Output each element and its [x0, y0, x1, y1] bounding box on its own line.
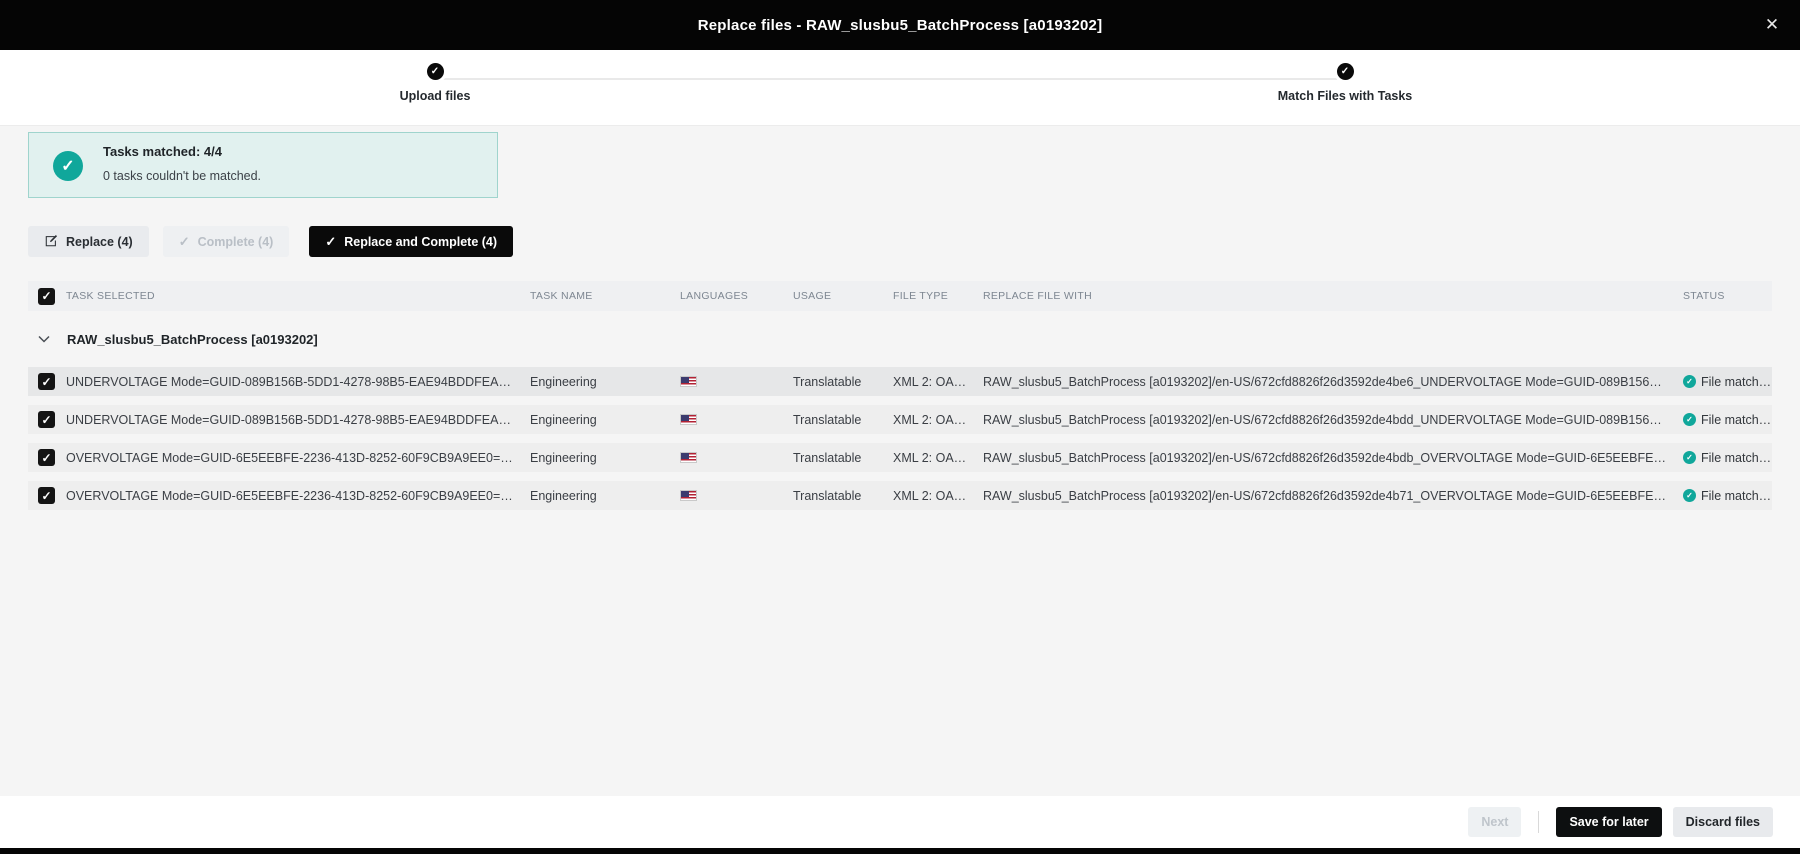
column-header-status: STATUS — [1683, 290, 1725, 302]
status-cell: File match… — [1683, 375, 1772, 389]
file-type-cell: XML 2: OAS… — [893, 488, 975, 503]
edit-icon — [44, 234, 58, 250]
usage-cell: Translatable — [793, 374, 862, 389]
success-check-icon — [53, 151, 83, 181]
check-icon: ✓ — [178, 234, 190, 249]
task-selected-cell: OVERVOLTAGE Mode=GUID-6E5EEBFE-2236-413D… — [66, 450, 530, 465]
replace-and-complete-button-label: Replace and Complete (4) — [344, 234, 498, 249]
replace-and-complete-button[interactable]: ✓ Replace and Complete (4) — [309, 226, 514, 257]
table-row: UNDERVOLTAGE Mode=GUID-089B156B-5DD1-427… — [28, 405, 1772, 434]
status-cell: File match… — [1683, 489, 1772, 503]
status-cell: File match… — [1683, 451, 1772, 465]
task-name-cell: Engineering — [530, 450, 597, 465]
stepper-connector-line — [443, 78, 1337, 80]
row-checkbox[interactable] — [38, 487, 55, 504]
complete-button-label: Complete (4) — [197, 234, 274, 249]
replace-file-with-cell: RAW_slusbu5_BatchProcess [a0193202]/en-U… — [983, 412, 1683, 427]
footer-divider — [1538, 811, 1540, 833]
modal-header: Replace files - RAW_slusbu5_BatchProcess… — [0, 0, 1800, 50]
step-match-files-with-tasks[interactable]: Match Files with Tasks — [1215, 63, 1475, 103]
replace-file-with-cell: RAW_slusbu5_BatchProcess [a0193202]/en-U… — [983, 450, 1683, 465]
step-complete-check-icon — [1336, 63, 1354, 80]
row-checkbox[interactable] — [38, 449, 55, 466]
status-text: File match… — [1701, 374, 1772, 389]
row-checkbox[interactable] — [38, 373, 55, 390]
column-header-file-type: FILE TYPE — [893, 290, 949, 302]
task-selected-cell: UNDERVOLTAGE Mode=GUID-089B156B-5DD1-427… — [66, 374, 530, 389]
check-icon: ✓ — [325, 234, 337, 249]
step-label: Match Files with Tasks — [1277, 89, 1413, 103]
discard-files-button[interactable]: Discard files — [1672, 807, 1773, 837]
tasks-table: TASK SELECTED TASK NAME LANGUAGES USAGE … — [28, 281, 1772, 510]
task-name-cell: Engineering — [530, 488, 597, 503]
usage-cell: Translatable — [793, 488, 862, 503]
status-text: File match… — [1701, 488, 1772, 503]
usage-cell: Translatable — [793, 450, 862, 465]
replace-file-with-cell: RAW_slusbu5_BatchProcess [a0193202]/en-U… — [983, 488, 1683, 503]
banner-title: Tasks matched: 4/4 — [103, 144, 222, 159]
column-header-languages: LANGUAGES — [680, 290, 749, 302]
wizard-stepper: Upload files Match Files with Tasks — [0, 50, 1800, 126]
replace-button[interactable]: Replace (4) — [28, 226, 149, 257]
column-header-usage: USAGE — [793, 290, 832, 302]
file-type-cell: XML 2: OAS… — [893, 374, 975, 389]
us-flag-icon — [680, 452, 697, 463]
task-name-cell: Engineering — [530, 412, 597, 427]
us-flag-icon — [680, 490, 697, 501]
status-check-icon — [1683, 489, 1696, 502]
table-row: UNDERVOLTAGE Mode=GUID-089B156B-5DD1-427… — [28, 367, 1772, 396]
column-header-task-selected: TASK SELECTED — [66, 290, 155, 302]
background-app-edge — [0, 848, 1800, 854]
replace-file-with-cell: RAW_slusbu5_BatchProcess [a0193202]/en-U… — [983, 374, 1683, 389]
select-all-checkbox[interactable] — [38, 287, 55, 305]
task-selected-cell: OVERVOLTAGE Mode=GUID-6E5EEBFE-2236-413D… — [66, 488, 530, 503]
column-header-task-name: TASK NAME — [530, 290, 593, 302]
replace-button-label: Replace (4) — [66, 234, 133, 249]
tasks-matched-banner: Tasks matched: 4/4 0 tasks couldn't be m… — [28, 132, 498, 198]
status-cell: File match… — [1683, 413, 1772, 427]
task-name-cell: Engineering — [530, 374, 597, 389]
column-header-replace-file-with: REPLACE FILE WITH — [983, 290, 1092, 302]
modal-content: Tasks matched: 4/4 0 tasks couldn't be m… — [0, 126, 1800, 796]
next-button[interactable]: Next — [1468, 807, 1522, 837]
action-buttons: Replace (4) ✓ Complete (4) ✓ Replace and… — [28, 226, 1772, 257]
banner-subtitle: 0 tasks couldn't be matched. — [103, 169, 262, 183]
status-check-icon — [1683, 375, 1696, 388]
task-selected-cell: UNDERVOLTAGE Mode=GUID-089B156B-5DD1-427… — [66, 412, 530, 427]
step-label: Upload files — [399, 89, 471, 103]
replace-files-modal: Replace files - RAW_slusbu5_BatchProcess… — [0, 0, 1800, 854]
batch-group-row[interactable]: RAW_slusbu5_BatchProcess [a0193202] — [28, 311, 1772, 367]
usage-cell: Translatable — [793, 412, 862, 427]
us-flag-icon — [680, 376, 697, 387]
close-icon[interactable]: ✕ — [1757, 0, 1787, 50]
modal-footer: Next Save for later Discard files — [0, 796, 1800, 848]
status-text: File match… — [1701, 450, 1772, 465]
status-check-icon — [1683, 413, 1696, 426]
status-text: File match… — [1701, 412, 1772, 427]
table-row: OVERVOLTAGE Mode=GUID-6E5EEBFE-2236-413D… — [28, 481, 1772, 510]
save-for-later-button[interactable]: Save for later — [1556, 807, 1662, 837]
batch-group-label: RAW_slusbu5_BatchProcess [a0193202] — [67, 331, 318, 347]
row-checkbox[interactable] — [38, 411, 55, 428]
file-type-cell: XML 2: OAS… — [893, 412, 975, 427]
step-complete-check-icon — [426, 63, 444, 80]
modal-title: Replace files - RAW_slusbu5_BatchProcess… — [697, 16, 1103, 34]
file-type-cell: XML 2: OAS… — [893, 450, 975, 465]
complete-button[interactable]: ✓ Complete (4) — [162, 226, 290, 257]
step-upload-files[interactable]: Upload files — [305, 63, 565, 103]
status-check-icon — [1683, 451, 1696, 464]
table-header-row: TASK SELECTED TASK NAME LANGUAGES USAGE … — [28, 281, 1772, 311]
us-flag-icon — [680, 414, 697, 425]
chevron-down-icon[interactable] — [38, 335, 56, 343]
table-row: OVERVOLTAGE Mode=GUID-6E5EEBFE-2236-413D… — [28, 443, 1772, 472]
